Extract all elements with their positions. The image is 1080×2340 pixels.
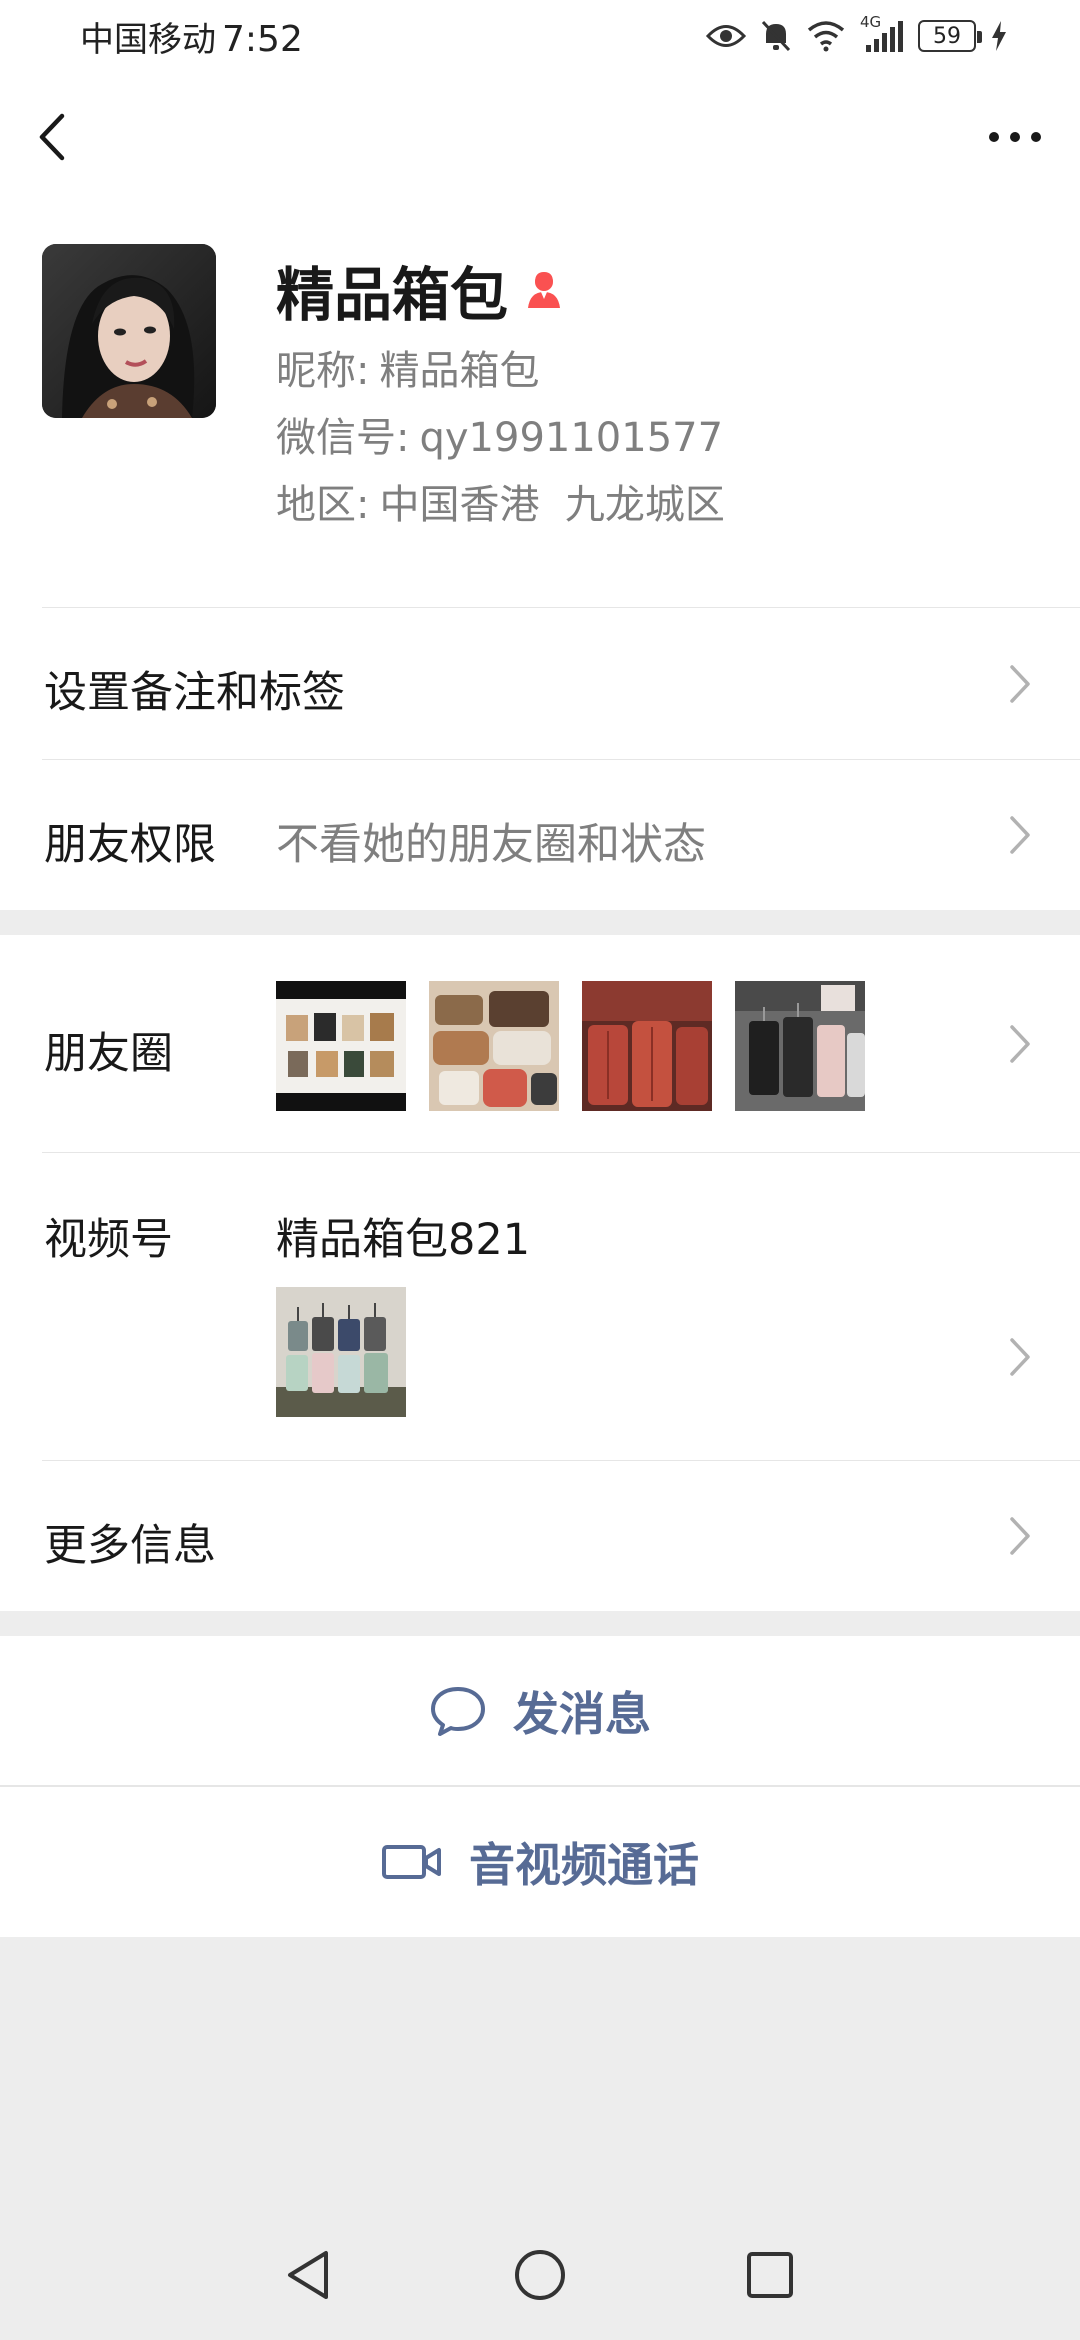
signal-icon (866, 21, 903, 52)
channel-thumbnail (276, 1287, 406, 1417)
avatar-portrait (42, 244, 216, 418)
wechat-id-row: 微信号: qy1991101577 (276, 405, 723, 463)
avatar[interactable] (42, 244, 216, 418)
name-row: 精品箱包 (276, 248, 566, 332)
moment-thumbnail (735, 981, 865, 1111)
moment-thumbnail (276, 981, 406, 1111)
friend-permission-cell[interactable]: 朋友权限 不看她的朋友圈和状态 (0, 760, 1080, 910)
eye-icon (706, 25, 746, 47)
profile-header: 精品箱包 昵称: 精品箱包 微信号: qy1991101577 地区: 中国香港 九龙… (0, 202, 1080, 608)
signal-indicator: 4G (860, 13, 904, 53)
back-button[interactable] (30, 102, 90, 172)
nickname-value: 精品箱包 (379, 348, 540, 394)
moments-cell[interactable]: 朋友圈 (0, 935, 1080, 1153)
video-camera-icon (382, 1845, 441, 1879)
status-icons: 4G 59 (706, 13, 1008, 53)
chevron-right-icon (1010, 1517, 1030, 1555)
system-navigation-bar (0, 2200, 1080, 2340)
handbags-photo (276, 981, 406, 1111)
video-call-label: 音视频通话 (469, 1838, 699, 1892)
set-remark-and-tags-cell[interactable]: 设置备注和标签 (0, 608, 1080, 760)
cell-title: 视频号 (44, 1215, 173, 1265)
chevron-right-icon (1010, 1338, 1030, 1376)
suitcases-video-photo (276, 1287, 406, 1417)
chevron-right-icon (1010, 1025, 1030, 1063)
wechat-id-label: 微信号: (276, 415, 410, 461)
nickname-row: 昵称: 精品箱包 (276, 338, 539, 396)
back-triangle-icon[interactable] (280, 2245, 340, 2305)
battery-indicator: 59 (918, 20, 982, 52)
nickname-label: 昵称: (276, 348, 370, 394)
region-label: 地区: (276, 482, 370, 528)
status-left: 中国移动 7:52 (80, 12, 303, 61)
luggage-set-photo (735, 981, 865, 1111)
contact-profile-screen: 中国移动 7:52 4G 59 精品箱包 昵称: 精品箱包 微信号: qy199… (0, 0, 1080, 2340)
more-dots-icon (989, 132, 1041, 142)
cell-title: 朋友权限 (44, 820, 216, 870)
carrier-name: 中国移动 (80, 19, 216, 60)
region-value: 中国香港 九龙城区 (379, 482, 725, 528)
cell-title: 更多信息 (44, 1521, 216, 1571)
home-circle-icon[interactable] (510, 2245, 570, 2305)
red-suitcases-photo (582, 981, 712, 1111)
chevron-right-icon (1010, 665, 1030, 703)
bags-pile-photo (429, 981, 559, 1111)
female-icon (528, 272, 561, 308)
send-message-button[interactable]: 发消息 (0, 1636, 1080, 1786)
cell-title: 朋友圈 (44, 1029, 173, 1079)
channel-name: 精品箱包821 (276, 1215, 531, 1265)
mute-bell-icon (761, 20, 791, 52)
recents-square-icon[interactable] (740, 2245, 800, 2305)
contact-name[interactable]: 精品箱包 (276, 248, 508, 332)
video-call-button[interactable]: 音视频通话 (0, 1787, 1080, 1937)
chat-bubble-icon (431, 1687, 485, 1736)
more-info-cell[interactable]: 更多信息 (0, 1461, 1080, 1611)
chevron-right-icon (1010, 816, 1030, 854)
charging-icon (992, 21, 1006, 51)
status-bar: 中国移动 7:52 4G 59 (0, 0, 1080, 72)
wifi-icon (807, 21, 845, 52)
more-options-button[interactable] (980, 112, 1050, 162)
chevron-left-icon (39, 113, 65, 161)
moments-thumbnails (276, 981, 865, 1111)
region-row: 地区: 中国香港 九龙城区 (276, 472, 725, 530)
send-message-label: 发消息 (513, 1687, 651, 1741)
cell-title: 设置备注和标签 (44, 668, 345, 718)
wechat-id-value[interactable]: qy1991101577 (419, 415, 723, 461)
channels-cell[interactable]: 视频号 精品箱包821 (0, 1153, 1080, 1461)
clock: 7:52 (222, 18, 303, 60)
moment-thumbnail (429, 981, 559, 1111)
navigation-bar (0, 72, 1080, 202)
battery-level: 59 (933, 23, 961, 49)
moment-thumbnail (582, 981, 712, 1111)
cell-value: 不看她的朋友圈和状态 (276, 820, 706, 870)
